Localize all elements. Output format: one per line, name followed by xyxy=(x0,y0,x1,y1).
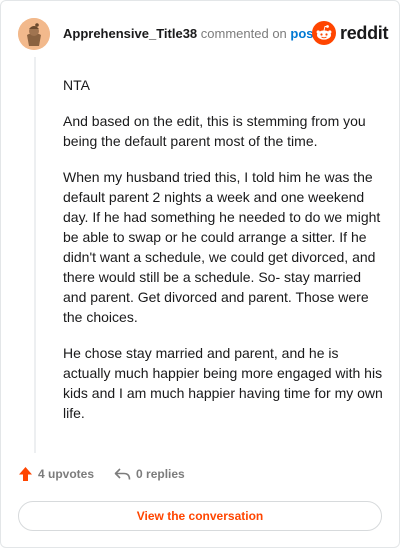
comment-card: Apprehensive_Title38 commented on post r… xyxy=(0,0,400,548)
snoo-avatar-icon xyxy=(18,18,50,50)
comment-paragraph: When my husband tried this, I told him h… xyxy=(63,169,381,325)
comment-paragraph: And based on the edit, this is stemming … xyxy=(63,113,366,149)
comment-paragraph: He chose stay married and parent, and he… xyxy=(63,345,383,421)
upvote-count: 4 upvotes xyxy=(38,467,95,481)
replies-button[interactable]: 0 replies xyxy=(114,467,185,481)
thread-line[interactable] xyxy=(34,57,36,453)
user-avatar[interactable] xyxy=(18,18,50,50)
reply-arrow-icon xyxy=(114,468,131,480)
view-conversation-button[interactable]: View the conversation xyxy=(18,501,382,531)
upvote-button[interactable]: 4 upvotes xyxy=(18,466,94,482)
reddit-logo-icon xyxy=(312,21,336,45)
comment-paragraph: NTA xyxy=(63,77,90,93)
upvote-arrow-icon xyxy=(19,467,32,481)
commented-on-text: commented on xyxy=(200,26,287,41)
comment-actions: 4 upvotes 0 replies xyxy=(18,466,185,482)
comment-body: NTA And based on the edit, this is stemm… xyxy=(63,75,383,439)
reply-count: 0 replies xyxy=(136,467,185,481)
comment-header: Apprehensive_Title38 commented on post xyxy=(63,26,318,42)
reddit-wordmark: reddit xyxy=(340,23,389,43)
username[interactable]: Apprehensive_Title38 xyxy=(63,26,197,41)
reddit-logo[interactable]: reddit xyxy=(312,21,389,45)
